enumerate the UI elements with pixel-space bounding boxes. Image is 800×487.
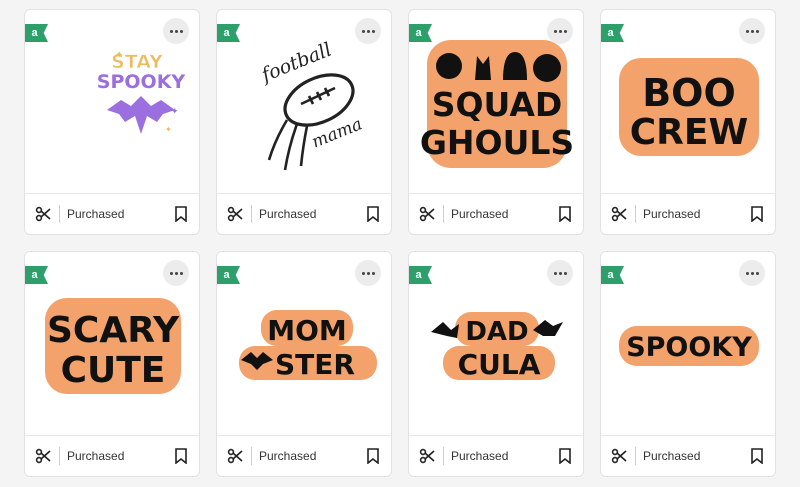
bookmark-icon[interactable] [558,448,572,464]
card-footer: Purchased [409,435,583,476]
artwork-text: DAD [465,317,528,347]
bookmark-icon[interactable] [558,206,572,222]
purchased-label: Purchased [643,449,701,463]
more-icon[interactable] [163,18,189,44]
divider [443,447,444,465]
bookmark-icon[interactable] [750,206,764,222]
artwork-text: SPOOKY [97,71,186,93]
more-icon[interactable] [355,260,381,286]
bookmark-icon[interactable] [366,206,380,222]
bookmark-icon[interactable] [174,448,188,464]
more-icon[interactable] [163,260,189,286]
design-card[interactable]: MOM STER a Purchased [216,251,392,477]
scissors-icon[interactable] [611,448,627,464]
design-card[interactable]: SCARY CUTE a Purchased [24,251,200,477]
artwork-text: mama [309,114,365,152]
divider [635,447,636,465]
bookmark-icon[interactable] [366,448,380,464]
purchased-label: Purchased [259,207,317,221]
svg-text:✦: ✦ [115,50,123,61]
bookmark-icon[interactable] [174,206,188,222]
divider [59,205,60,223]
divider [443,205,444,223]
artwork-text: CREW [630,112,748,153]
card-footer: Purchased [409,193,583,234]
scissors-icon[interactable] [419,206,435,222]
more-icon[interactable] [739,18,765,44]
design-card[interactable]: STAY SPOOKY ✦ ✦ ✦ a Purchased [24,9,200,235]
scissors-icon[interactable] [611,206,627,222]
artwork-text: football [257,39,335,88]
card-footer: Purchased [601,435,775,476]
card-footer: Purchased [217,435,391,476]
artwork-text: STER [275,348,355,381]
scissors-icon[interactable] [227,448,243,464]
purchased-label: Purchased [259,449,317,463]
more-icon[interactable] [547,18,573,44]
bookmark-icon[interactable] [750,448,764,464]
design-card[interactable]: SQUAD GHOULS a Purchased [408,9,584,235]
artwork-text: SCARY [47,310,180,351]
design-card[interactable]: BOO CREW a Purchased [600,9,776,235]
divider [59,447,60,465]
card-footer: Purchased [25,435,199,476]
more-icon[interactable] [739,260,765,286]
card-footer: Purchased [217,193,391,234]
artwork-text: SQUAD [432,85,563,124]
card-footer: Purchased [601,193,775,234]
divider [251,205,252,223]
design-card[interactable]: DAD CULA a Purchased [408,251,584,477]
design-card[interactable]: SPOOKY a Purchased [600,251,776,477]
purchased-label: Purchased [451,449,509,463]
artwork-text: SPOOKY [626,332,752,363]
purchased-label: Purchased [451,207,509,221]
artwork-text: CULA [458,348,541,381]
card-footer: Purchased [25,193,199,234]
svg-text:✦: ✦ [171,106,179,116]
artwork-text: MOM [267,314,347,347]
artwork-text: GHOULS [420,123,574,162]
purchased-label: Purchased [67,449,125,463]
scissors-icon[interactable] [419,448,435,464]
artwork-text: BOO [642,71,736,115]
divider [251,447,252,465]
design-card[interactable]: football mama a Purchased [216,9,392,235]
scissors-icon[interactable] [227,206,243,222]
purchased-label: Purchased [643,207,701,221]
scissors-icon[interactable] [35,206,51,222]
purchased-label: Purchased [67,207,125,221]
artwork-text: CUTE [61,350,166,391]
divider [635,205,636,223]
scissors-icon[interactable] [35,448,51,464]
more-icon[interactable] [355,18,381,44]
svg-text:✦: ✦ [165,125,172,134]
more-icon[interactable] [547,260,573,286]
